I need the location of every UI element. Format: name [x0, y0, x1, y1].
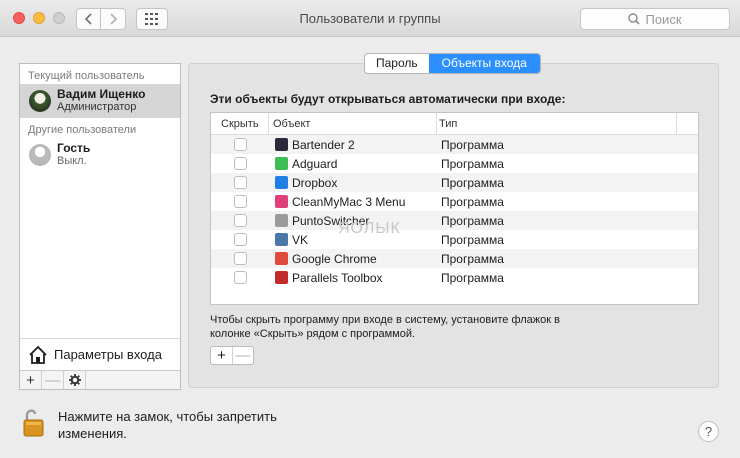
vk-icon	[275, 233, 288, 246]
hide-checkbox[interactable]	[233, 195, 247, 208]
current-user-role: Администратор	[57, 101, 137, 113]
app-name: Bartender 2	[292, 137, 355, 152]
cleanmymac-icon	[275, 195, 288, 208]
guest-user-name: Гость	[57, 141, 91, 155]
hide-checkbox[interactable]	[233, 176, 247, 189]
help-button[interactable]: ?	[698, 421, 719, 442]
column-object-header[interactable]: Объект	[269, 113, 437, 134]
table-row[interactable]: PuntoSwitcher Программа	[211, 211, 698, 230]
type-cell: Программа	[441, 156, 504, 171]
app-name: Dropbox	[292, 175, 338, 190]
hide-checkbox[interactable]	[233, 233, 247, 246]
type-cell: Программа	[441, 232, 504, 247]
object-cell: Adguard	[269, 157, 437, 171]
hide-checkbox[interactable]	[233, 271, 247, 284]
type-cell: Программа	[441, 175, 504, 190]
object-cell: Parallels Toolbox	[269, 271, 437, 285]
table-row[interactable]: Parallels Toolbox Программа	[211, 268, 698, 287]
table-row[interactable]: VK Программа	[211, 230, 698, 249]
object-cell: Bartender 2	[269, 138, 437, 152]
hide-cell	[211, 176, 269, 189]
app-name: Adguard	[292, 156, 338, 171]
gear-icon	[68, 374, 81, 386]
guest-user-row[interactable]: Гость Выкл.	[20, 138, 180, 172]
current-user-header: Текущий пользователь	[28, 70, 145, 82]
column-type-header[interactable]: Тип	[437, 113, 677, 134]
lock-button[interactable]	[22, 408, 46, 441]
hide-hint-text: Чтобы скрыть программу при входе в систе…	[210, 314, 560, 340]
tab-password[interactable]: Пароль	[365, 54, 429, 73]
tab-login-items[interactable]: Объекты входа	[428, 54, 540, 73]
dropbox-icon	[275, 176, 288, 189]
table-body: Bartender 2 Программа Adguard Программа Drop…	[211, 135, 698, 287]
adguard-icon	[275, 157, 288, 170]
chrome-icon	[275, 252, 288, 265]
hide-cell	[211, 233, 269, 246]
guest-avatar	[29, 144, 51, 166]
app-name: VK	[292, 232, 309, 247]
house-icon	[29, 345, 47, 364]
table-header: Скрыть Объект Тип	[211, 113, 698, 135]
object-cell: CleanMyMac 3 Menu	[269, 195, 437, 209]
type-cell: Программа	[441, 270, 504, 285]
login-items-caption: Эти объекты будут открываться автоматиче…	[210, 92, 566, 106]
add-login-item-button[interactable]: +	[211, 347, 232, 364]
table-row[interactable]: Adguard Программа	[211, 154, 698, 173]
guest-user-status: Выкл.	[57, 155, 87, 167]
bartender-icon	[275, 138, 288, 151]
type-cell: Программа	[441, 137, 504, 152]
hide-checkbox[interactable]	[233, 138, 247, 151]
table-row[interactable]: Dropbox Программа	[211, 173, 698, 192]
lock-text: Нажмите на замок, чтобы запретить измене…	[58, 408, 293, 442]
puntoswitcher-icon	[275, 214, 288, 227]
hide-checkbox[interactable]	[233, 252, 247, 265]
parallels-icon	[275, 271, 288, 284]
lock-message: Нажмите на замок, чтобы запретить измене…	[58, 409, 277, 441]
app-name: Parallels Toolbox	[292, 270, 383, 285]
hide-cell	[211, 252, 269, 265]
add-remove-items-control: + —	[210, 346, 254, 365]
hide-cell	[211, 138, 269, 151]
type-cell: Программа	[441, 251, 504, 266]
hide-cell	[211, 271, 269, 284]
login-items-table: Скрыть Объект Тип Bartender 2 Программа Ad…	[210, 112, 699, 305]
remove-login-item-button[interactable]: —	[232, 347, 253, 364]
type-cell: Программа	[441, 194, 504, 209]
type-cell: Программа	[441, 213, 504, 228]
login-options-label: Параметры входа	[54, 347, 162, 362]
tab-bar: Пароль Объекты входа	[364, 53, 541, 74]
other-users-header: Другие пользователи	[28, 124, 137, 136]
user-actions-button[interactable]	[64, 371, 86, 389]
app-name: CleanMyMac 3 Menu	[292, 194, 406, 209]
search-icon	[628, 13, 641, 25]
column-hide-header[interactable]: Скрыть	[211, 113, 269, 134]
lock-open-icon	[23, 409, 44, 437]
users-sidebar: Текущий пользователь Вадим Ищенко Админи…	[19, 63, 181, 390]
title-bar: Пользователи и группы Поиск	[0, 0, 740, 37]
avatar	[29, 90, 51, 112]
search-field[interactable]: Поиск	[580, 8, 730, 30]
current-user-row[interactable]: Вадим Ищенко Администратор	[20, 84, 180, 118]
sidebar-toolbar: + —	[20, 370, 180, 389]
table-row[interactable]: Google Chrome Программа	[211, 249, 698, 268]
login-options-button[interactable]: Параметры входа	[20, 338, 180, 370]
hide-cell	[211, 214, 269, 227]
table-row[interactable]: Bartender 2 Программа	[211, 135, 698, 154]
object-cell: Dropbox	[269, 176, 437, 190]
hide-cell	[211, 195, 269, 208]
app-name: Google Chrome	[292, 251, 377, 266]
table-row[interactable]: CleanMyMac 3 Menu Программа	[211, 192, 698, 211]
remove-user-button[interactable]: —	[42, 371, 64, 389]
hide-cell	[211, 157, 269, 170]
add-user-button[interactable]: +	[20, 371, 42, 389]
search-placeholder: Поиск	[645, 11, 682, 27]
watermark: ЯОЛЫК	[338, 220, 401, 237]
hide-checkbox[interactable]	[233, 214, 247, 227]
object-cell: Google Chrome	[269, 252, 437, 266]
current-user-name: Вадим Ищенко	[57, 87, 146, 101]
hide-checkbox[interactable]	[233, 157, 247, 170]
